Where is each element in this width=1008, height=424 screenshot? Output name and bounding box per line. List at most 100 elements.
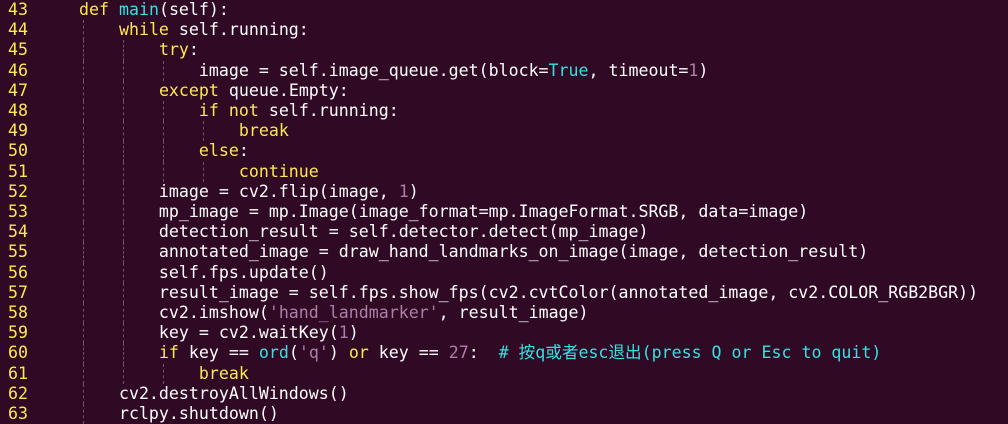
indent-guide (83, 262, 84, 283)
indent-guide (83, 242, 84, 263)
indent-guide (83, 323, 84, 344)
code-text: self.fps.update() (79, 263, 329, 283)
line-number: 62 (8, 383, 28, 403)
indent-guide (203, 121, 204, 142)
code-text: while self.running: (79, 20, 309, 40)
code-line[interactable]: 49 break (0, 121, 1008, 142)
indent-guide (83, 161, 84, 182)
code-line[interactable]: 43 def main(self): (0, 0, 1008, 20)
line-number: 59 (8, 323, 28, 343)
code-line[interactable]: 51 continue (0, 161, 1008, 182)
code-line[interactable]: 44 while self.running: (0, 20, 1008, 41)
line-number: 47 (8, 80, 28, 100)
line-number: 43 (8, 0, 28, 19)
code-token: : (468, 343, 499, 363)
code-token: self.running: (258, 101, 399, 120)
line-number: 56 (8, 262, 28, 282)
line-number: 44 (8, 20, 28, 40)
indent-guide (123, 323, 124, 344)
code-line[interactable]: 62 cv2.destroyAllWindows() (0, 383, 1008, 404)
indent-guide (83, 303, 84, 324)
indent-guide (83, 222, 84, 243)
code-token: ) (348, 323, 359, 343)
code-token: while (118, 20, 169, 40)
indent-guide (163, 60, 164, 81)
code-line[interactable]: 59 key = cv2.waitKey(1) (0, 323, 1008, 344)
code-line[interactable]: 63 rclpy.shutdown() (0, 404, 1008, 424)
code-text: cv2.destroyAllWindows() (79, 384, 349, 404)
code-text: continue (79, 162, 319, 182)
code-line[interactable]: 48 if not self.running: (0, 101, 1008, 122)
code-line[interactable]: 50 else: (0, 141, 1008, 162)
code-token: key = cv2.waitKey( (79, 323, 339, 343)
code-token: if (158, 343, 179, 363)
indent-guide (163, 141, 164, 162)
code-token: , timeout= (588, 60, 689, 80)
code-line[interactable]: 56 self.fps.update() (0, 262, 1008, 283)
indent-guide (123, 141, 124, 162)
code-line[interactable]: 47 except queue.Empty: (0, 80, 1008, 101)
code-token: rclpy.shutdown() (79, 404, 279, 423)
code-line[interactable]: 58 cv2.imshow('hand_landmarker', result_… (0, 303, 1008, 324)
code-line[interactable]: 54 detection_result = self.detector.dete… (0, 222, 1008, 243)
code-token: self.fps.update() (79, 262, 329, 282)
code-token: ( (288, 343, 299, 363)
indent-guide (83, 20, 84, 41)
code-token: 1 (338, 323, 349, 343)
indent-guide (83, 181, 84, 202)
indent-guide (83, 40, 84, 61)
code-line[interactable]: 53 mp_image = mp.Image(image_format=mp.I… (0, 202, 1008, 223)
code-token: True (548, 60, 589, 80)
indent-guide (123, 80, 124, 101)
indent-guide (83, 80, 84, 101)
code-token: key == (368, 343, 449, 363)
indent-guide (123, 101, 124, 122)
indent-guide (83, 363, 84, 384)
line-number: 45 (8, 40, 28, 60)
indent-guide (83, 202, 84, 223)
indent-guide (163, 161, 164, 182)
code-token: else (198, 141, 239, 161)
code-line[interactable]: 52 image = cv2.flip(image, 1) (0, 181, 1008, 202)
code-line[interactable]: 45 try: (0, 40, 1008, 61)
code-line[interactable]: 57 result_image = self.fps.show_fps(cv2.… (0, 282, 1008, 303)
code-line[interactable]: 61 break (0, 363, 1008, 384)
code-line[interactable]: 46 image = self.image_queue.get(block=Tr… (0, 60, 1008, 81)
code-line[interactable]: 60 if key == ord('q') or key == 27: # 按q… (0, 343, 1008, 364)
code-text: mp_image = mp.Image(image_format=mp.Imag… (79, 202, 808, 222)
code-token: main (118, 0, 159, 19)
code-editor[interactable]: 43 def main(self): 44 while self.running: 4… (0, 0, 1008, 424)
code-token: cv2.imshow( (79, 303, 269, 322)
code-token: , result_image) (438, 303, 589, 322)
code-token: : (188, 40, 199, 60)
line-number: 51 (8, 161, 28, 181)
indent-guide (203, 161, 204, 182)
code-text: rclpy.shutdown() (79, 404, 279, 424)
code-text: detection_result = self.detector.detect(… (79, 222, 649, 242)
line-number: 61 (8, 363, 28, 383)
line-number: 57 (8, 282, 28, 302)
code-token: result_image = self.fps.show_fps(cv2.cvt… (79, 282, 979, 302)
code-token: ) (698, 60, 709, 80)
code-text: key = cv2.waitKey(1) (79, 323, 359, 343)
indent-guide (123, 303, 124, 324)
code-token: (self): (158, 0, 229, 19)
code-text: if key == ord('q') or key == 27: # 按q或者e… (79, 343, 881, 363)
code-token: 'q' (298, 343, 329, 363)
indent-guide (123, 202, 124, 223)
code-text: cv2.imshow('hand_landmarker', result_ima… (79, 303, 589, 323)
line-number: 52 (8, 181, 28, 201)
code-text: annotated_image = draw_hand_landmarks_on… (79, 242, 868, 262)
code-line[interactable]: 55 annotated_image = draw_hand_landmarks… (0, 242, 1008, 263)
code-token: not (228, 101, 259, 120)
code-text: result_image = self.fps.show_fps(cv2.cvt… (79, 283, 978, 303)
